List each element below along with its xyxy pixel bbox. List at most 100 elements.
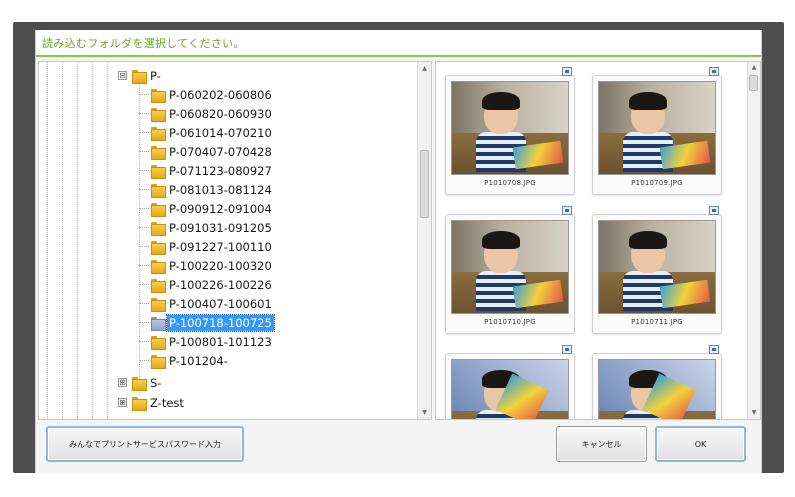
expand-toggle-icon[interactable]: ⊞	[118, 398, 127, 407]
folder-icon	[151, 126, 166, 141]
tree-item-label: P-071123-080927	[169, 163, 272, 178]
tree-item[interactable]: P-090912-091004	[139, 199, 274, 218]
tree-item[interactable]: P-070407-070428	[139, 142, 274, 161]
folder-select-dialog: 読み込むフォルダを選択してください。 ⊟ P- P-060202-060806 …	[35, 30, 762, 473]
folder-icon	[132, 69, 147, 84]
thumbnail-item[interactable]: P1010708.JPG	[445, 67, 575, 195]
photo-thumbnail	[598, 81, 716, 175]
thumbnail-item[interactable]: P1010711.JPG	[592, 206, 722, 334]
folder-icon	[151, 202, 166, 217]
thumbnail-item[interactable]	[592, 345, 722, 419]
folder-icon	[151, 240, 166, 255]
folder-icon	[151, 278, 166, 293]
scroll-up-icon[interactable]: ▲	[748, 62, 760, 74]
tree-item-label: P-081013-081124	[169, 182, 272, 197]
photo-thumbnail	[598, 220, 716, 314]
photo-tag-icon	[562, 67, 572, 76]
thumbnail-grid[interactable]: P1010708.JPG P1010709.JPG P1010710.JPG P…	[435, 61, 761, 420]
tree-item[interactable]: P-091227-100110	[139, 237, 274, 256]
tree-item-label: P-	[150, 68, 161, 83]
tree-item-label: P-060202-060806	[169, 87, 272, 102]
tree-item-label: P-060820-060930	[169, 106, 272, 121]
tree-item[interactable]: P-081013-081124	[139, 180, 274, 199]
tree-item-label: P-100220-100320	[169, 258, 272, 273]
tree-item-label: Z-test	[150, 395, 184, 410]
tree-item[interactable]: P-091031-091205	[139, 218, 274, 237]
photo-tag-icon	[562, 206, 572, 215]
dialog-title-bar: 読み込むフォルダを選択してください。	[36, 30, 761, 57]
tree-item[interactable]: P-100220-100320	[139, 256, 274, 275]
tree-item-label: P-070407-070428	[169, 144, 272, 159]
folder-tree[interactable]: ⊟ P- P-060202-060806 P-060820-060930 P-0…	[38, 61, 432, 420]
folder-icon	[151, 183, 166, 198]
tree-item-label: P-061014-070210	[169, 125, 272, 140]
scroll-up-icon[interactable]: ▲	[418, 62, 431, 75]
expand-toggle-icon[interactable]: ⊞	[118, 378, 127, 387]
tree-scrollbar[interactable]: ▲ ▼	[417, 62, 431, 419]
tree-guide-line	[47, 62, 48, 419]
thumbnail-filename: P1010710.JPG	[484, 318, 536, 326]
folder-icon	[151, 88, 166, 103]
folder-icon	[132, 396, 147, 411]
photo-thumbnail	[451, 359, 569, 419]
scroll-down-icon[interactable]: ▼	[748, 407, 760, 419]
print-service-password-button[interactable]: みんなでプリントサービスパスワード入力	[46, 426, 244, 462]
thumbnail-filename: P1010708.JPG	[484, 179, 536, 187]
thumbnail-scrollbar[interactable]: ▲ ▼	[747, 62, 760, 419]
scroll-thumb[interactable]	[420, 150, 429, 218]
thumbnail-item[interactable]	[445, 345, 575, 419]
tree-guide-line	[107, 62, 108, 419]
tree-item-label: P-100226-100226	[169, 277, 272, 292]
window-frame: 読み込むフォルダを選択してください。 ⊟ P- P-060202-060806 …	[13, 22, 784, 473]
folder-icon	[132, 376, 147, 391]
tree-item[interactable]: P-100226-100226	[139, 275, 274, 294]
scroll-down-icon[interactable]: ▼	[418, 406, 431, 419]
tree-item-selected[interactable]: P-100718-100725	[139, 313, 275, 332]
folder-icon	[151, 297, 166, 312]
tree-item-label: P-100407-100601	[169, 296, 272, 311]
thumbnail-filename: P1010709.JPG	[631, 179, 683, 187]
tree-item-sibling[interactable]: ⊞ S-	[118, 373, 163, 392]
tree-item[interactable]: P-100801-101123	[139, 332, 274, 351]
photo-thumbnail	[598, 359, 716, 419]
photo-thumbnail	[451, 220, 569, 314]
tree-item-label: P-100801-101123	[169, 334, 272, 349]
thumbnail-filename: P1010711.JPG	[631, 318, 683, 326]
collapse-toggle-icon[interactable]: ⊟	[118, 71, 127, 80]
thumbnail-item[interactable]: P1010710.JPG	[445, 206, 575, 334]
photo-tag-icon	[709, 206, 719, 215]
ok-button[interactable]: OK	[655, 426, 746, 462]
tree-item-label: P-090912-091004	[169, 201, 272, 216]
folder-icon	[151, 354, 166, 369]
tree-item[interactable]: P-071123-080927	[139, 161, 274, 180]
scroll-thumb[interactable]	[749, 75, 758, 91]
folder-icon	[151, 335, 166, 350]
folder-icon	[151, 107, 166, 122]
tree-item-parent[interactable]: ⊟ P-	[118, 66, 163, 85]
tree-item-label: P-101204-	[169, 353, 228, 368]
tree-guide-line	[62, 62, 63, 419]
thumbnail-item[interactable]: P1010709.JPG	[592, 67, 722, 195]
cancel-button[interactable]: キャンセル	[556, 426, 647, 462]
tree-guide-line	[92, 62, 93, 419]
folder-icon	[151, 221, 166, 236]
tree-item-label: P-091227-100110	[169, 239, 272, 254]
photo-tag-icon	[709, 67, 719, 76]
photo-thumbnail	[451, 81, 569, 175]
tree-item[interactable]: P-061014-070210	[139, 123, 274, 142]
tree-item-label: P-100718-100725	[166, 313, 275, 332]
tree-item[interactable]: P-100407-100601	[139, 294, 274, 313]
folder-icon	[151, 259, 166, 274]
dialog-title: 読み込むフォルダを選択してください。	[42, 36, 245, 50]
photo-tag-icon	[562, 345, 572, 354]
folder-icon	[151, 316, 166, 331]
tree-item-label: S-	[150, 375, 162, 390]
tree-item[interactable]: P-060820-060930	[139, 104, 274, 123]
tree-item-label: P-091031-091205	[169, 220, 272, 235]
folder-icon	[151, 145, 166, 160]
tree-item[interactable]: P-060202-060806	[139, 85, 274, 104]
tree-item[interactable]: P-101204-	[139, 351, 230, 370]
tree-item-sibling[interactable]: ⊞ Z-test	[118, 393, 186, 412]
photo-tag-icon	[709, 345, 719, 354]
tree-guide-line	[77, 62, 78, 419]
